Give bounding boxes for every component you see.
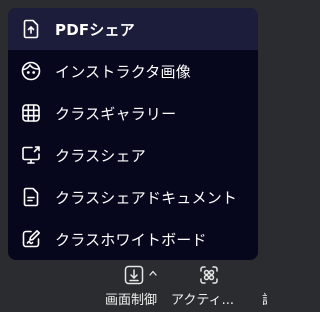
screen-share-icon [20,144,42,166]
menu-item-class-share[interactable]: クラスシェア [8,134,258,176]
menu-item-label: インストラクタ画像 [55,62,191,81]
screen-control-button[interactable]: 画面制御 [100,260,168,312]
bottom-toolbar: 画面制御 アクティ... 詳 [0,260,267,312]
menu-item-pdf-share[interactable]: PDFシェア [8,8,258,50]
menu-item-label: クラスシェア [55,146,146,165]
pdf-share-icon [20,18,42,40]
document-icon [20,186,42,208]
menu-item-label: PDFシェア [55,20,135,39]
menu-item-instructor-image[interactable]: インストラクタ画像 [8,50,258,92]
menu-item-class-share-document[interactable]: クラスシェアドキュメント [8,176,258,218]
instructor-face-icon [20,60,42,82]
menu-item-class-whiteboard[interactable]: クラスホワイトボード [8,218,258,260]
chevron-up-icon[interactable] [148,262,158,276]
download-tray-icon [123,264,145,286]
menu-item-label: クラスギャラリー [55,104,177,123]
grid-gallery-icon [20,102,42,124]
activity-button[interactable]: アクティ... [168,260,248,312]
details-label: 詳 [262,289,267,308]
details-button-partial[interactable]: 詳 [260,260,267,312]
screen-control-label: 画面制御 [105,293,158,308]
menu-item-label: クラスシェアドキュメント [55,188,238,207]
share-menu: PDFシェア インストラクタ画像 クラスギャラリー クラスシェア クラスシェアド… [8,8,258,260]
activity-label: アクティ... [171,293,234,308]
whiteboard-pen-icon [20,228,42,250]
activity-scan-icon [198,264,220,286]
menu-item-class-gallery[interactable]: クラスギャラリー [8,92,258,134]
menu-item-label: クラスホワイトボード [55,230,207,249]
